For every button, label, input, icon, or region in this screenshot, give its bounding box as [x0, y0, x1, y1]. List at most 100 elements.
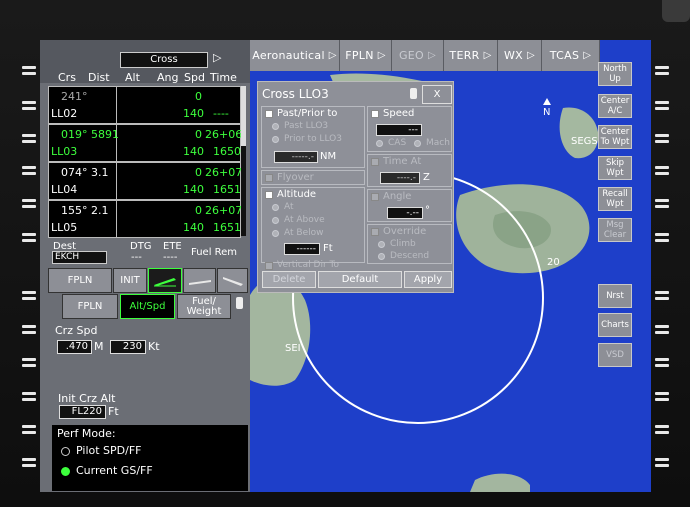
fms-title-arrow-icon[interactable]: ▷ [213, 51, 221, 64]
default-button[interactable]: Default [318, 271, 402, 288]
tab-perf-climb-icon[interactable] [148, 268, 182, 293]
perf-pilot-label[interactable]: Pilot SPD/FF [76, 444, 142, 457]
center-to-wpt-button[interactable]: Center To Wpt [598, 125, 632, 149]
tab-terr[interactable]: TERR ▷ [444, 40, 498, 71]
north-up-button[interactable]: North Up [598, 62, 632, 86]
bezel-key[interactable] [655, 239, 669, 242]
waypoint-segs-label[interactable]: SEGS [571, 136, 598, 147]
angle-field[interactable]: -.-- [387, 207, 423, 219]
nrst-button[interactable]: Nrst [598, 284, 632, 308]
bezel-key[interactable] [22, 166, 36, 169]
leg-row[interactable]: 155° 2.1 LL05 0 26+07 140 1651 [48, 200, 242, 238]
climb-radio[interactable] [378, 241, 385, 248]
bezel-key[interactable] [655, 205, 669, 208]
speed-mach-radio[interactable] [414, 140, 421, 147]
bezel-key[interactable] [655, 140, 669, 143]
bezel-key[interactable] [22, 107, 36, 110]
bezel-key[interactable] [655, 199, 669, 202]
skip-wpt-button[interactable]: Skip Wpt [598, 156, 632, 180]
crz-spd-kt-field[interactable]: 230 [110, 340, 146, 354]
init-crz-alt-field[interactable]: FL220 [59, 405, 106, 419]
bezel-key[interactable] [655, 398, 669, 401]
bezel-key[interactable] [655, 66, 669, 69]
bezel-key[interactable] [655, 425, 669, 428]
distance-field[interactable]: -----.- [274, 151, 318, 163]
perf-pilot-radio[interactable] [61, 447, 70, 456]
bezel-key[interactable] [22, 464, 36, 467]
vsd-button[interactable]: VSD [598, 343, 632, 367]
subtab-fpln[interactable]: FPLN [62, 294, 118, 319]
alt-at-below-radio[interactable] [272, 230, 279, 237]
bezel-key[interactable] [22, 72, 36, 75]
tab-init[interactable]: INIT [113, 268, 147, 293]
bezel-key[interactable] [655, 134, 669, 137]
bezel-key[interactable] [22, 458, 36, 461]
bezel-key[interactable] [22, 140, 36, 143]
tab-geo[interactable]: GEO ▷ [392, 40, 444, 71]
bezel-key[interactable] [22, 392, 36, 395]
leg-row[interactable]: 074° 3.1 LL04 0 26+07 140 1651 [48, 162, 242, 200]
tab-perf-descent-icon[interactable] [217, 268, 248, 293]
bezel-key[interactable] [655, 233, 669, 236]
speed-field[interactable]: --- [376, 124, 422, 136]
descend-radio[interactable] [378, 253, 385, 260]
subtab-fuel-weight[interactable]: Fuel/ Weight [177, 294, 231, 319]
bezel-key[interactable] [655, 172, 669, 175]
bezel-key[interactable] [22, 134, 36, 137]
past-prior-checkbox[interactable] [265, 110, 273, 118]
msg-clear-button[interactable]: Msg Clear [598, 218, 632, 242]
vertical-dir-to-checkbox[interactable] [265, 262, 273, 270]
bezel-key[interactable] [22, 66, 36, 69]
bezel-key[interactable] [22, 398, 36, 401]
bezel-key[interactable] [22, 364, 36, 367]
override-checkbox[interactable] [371, 228, 379, 236]
bezel-key[interactable] [655, 358, 669, 361]
speed-checkbox[interactable] [371, 110, 379, 118]
bezel-key[interactable] [22, 331, 36, 334]
angle-checkbox[interactable] [371, 193, 379, 201]
bezel-key[interactable] [22, 431, 36, 434]
crz-spd-mach-field[interactable]: .470 [57, 340, 92, 354]
altitude-checkbox[interactable] [265, 191, 273, 199]
past-radio[interactable] [272, 123, 279, 130]
bezel-key[interactable] [655, 107, 669, 110]
bezel-key[interactable] [655, 297, 669, 300]
bezel-key[interactable] [22, 199, 36, 202]
bezel-key[interactable] [22, 325, 36, 328]
bezel-key[interactable] [655, 458, 669, 461]
dialog-close-button[interactable]: X [422, 85, 452, 104]
bezel-key[interactable] [655, 101, 669, 104]
bezel-key[interactable] [655, 325, 669, 328]
bezel-key[interactable] [22, 172, 36, 175]
perf-current-label[interactable]: Current GS/FF [76, 464, 153, 477]
bezel-key[interactable] [22, 358, 36, 361]
bezel-key[interactable] [22, 101, 36, 104]
bezel-key[interactable] [22, 425, 36, 428]
bezel-key[interactable] [655, 166, 669, 169]
tab-perf-cruise-icon[interactable] [183, 268, 216, 293]
dialog-settings-icon[interactable] [410, 88, 417, 99]
leg-row-active[interactable]: 019° 5891 LL03 0 26+06 140 1650 [48, 124, 242, 162]
waypoint-sei-label[interactable]: SEI [285, 343, 301, 354]
perf-current-radio[interactable] [61, 467, 70, 476]
flyover-checkbox[interactable] [265, 174, 273, 182]
recall-wpt-button[interactable]: Recall Wpt [598, 187, 632, 211]
subtab-alt-spd[interactable]: Alt/Spd [120, 294, 175, 319]
alt-at-radio[interactable] [272, 204, 279, 211]
tab-tcas[interactable]: TCAS ▷ [542, 40, 600, 71]
bezel-key[interactable] [655, 464, 669, 467]
bezel-key[interactable] [22, 291, 36, 294]
bezel-key[interactable] [655, 331, 669, 334]
altitude-field[interactable]: ------ [284, 243, 320, 255]
delete-button[interactable]: Delete [262, 271, 316, 288]
settings-small-icon[interactable] [236, 297, 243, 309]
bezel-key[interactable] [655, 392, 669, 395]
dest-field[interactable]: EKCH [52, 251, 107, 264]
bezel-key[interactable] [22, 239, 36, 242]
tab-aeronautical[interactable]: Aeronautical ▷ [250, 40, 340, 71]
center-ac-button[interactable]: Center A/C [598, 94, 632, 118]
bezel-key[interactable] [22, 205, 36, 208]
bezel-key[interactable] [22, 297, 36, 300]
legs-scroll-thumb[interactable] [241, 86, 246, 146]
alt-at-above-radio[interactable] [272, 217, 279, 224]
